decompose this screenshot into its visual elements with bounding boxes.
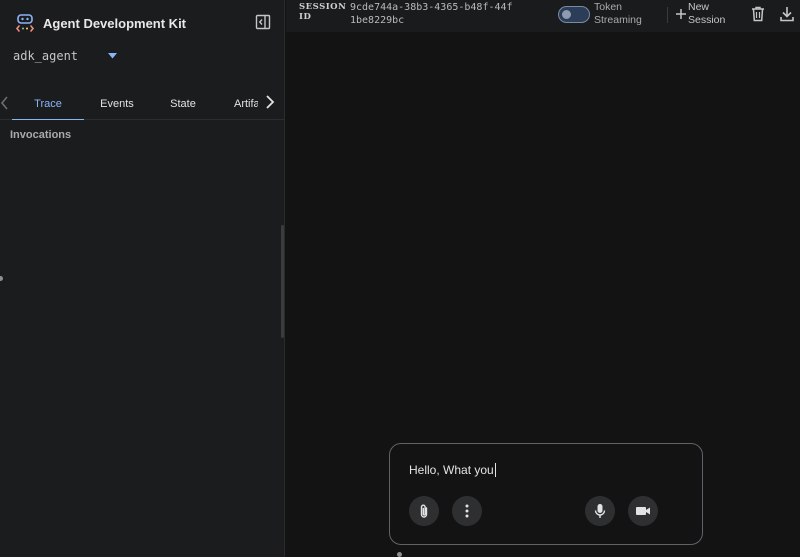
tab-state[interactable]: State — [150, 88, 216, 120]
sidebar-scrollbar[interactable] — [281, 225, 284, 338]
mic-icon — [594, 504, 606, 518]
videocam-icon — [636, 507, 650, 515]
video-button[interactable] — [628, 496, 658, 526]
session-id-value: 9cde744a-38b3-4365-b48f-44f1be8229bc — [350, 2, 513, 26]
text-caret — [494, 463, 496, 477]
chat-composer: Hello, What you — [389, 443, 703, 545]
paperclip-icon — [420, 504, 428, 518]
download-icon[interactable] — [780, 6, 794, 22]
sidebar: Agent Development Kit adk_agent Trace Ev… — [0, 0, 285, 557]
tab-trace[interactable]: Trace — [12, 88, 84, 120]
agent-selector[interactable]: adk_agent — [13, 47, 121, 65]
tabs-scroll-right-icon[interactable] — [263, 94, 277, 110]
tabs-viewport: Trace Events State Artifa — [12, 88, 258, 120]
agent-selector-value: adk_agent — [13, 49, 79, 63]
tab-events[interactable]: Events — [84, 88, 150, 120]
more-vert-icon — [465, 504, 469, 518]
message-input-text: Hello, What you — [409, 463, 494, 477]
app-title: Agent Development Kit — [43, 15, 187, 31]
brand: Agent Development Kit — [15, 12, 186, 34]
invocations-heading: Invocations — [10, 129, 72, 141]
more-options-button[interactable] — [452, 496, 482, 526]
tab-artifacts[interactable]: Artifa — [234, 88, 258, 120]
plus-icon — [676, 9, 686, 19]
adk-logo-icon — [15, 14, 35, 32]
sidebar-collapse-icon[interactable] — [255, 14, 271, 30]
toolbar-divider — [667, 7, 668, 23]
session-id-label: SESSION ID — [299, 2, 347, 22]
new-session-label: New Session — [688, 1, 726, 26]
chevron-down-icon — [108, 53, 117, 59]
message-input[interactable]: Hello, What you — [409, 462, 496, 478]
app-root: Agent Development Kit adk_agent Trace Ev… — [0, 0, 800, 557]
new-session-button[interactable]: New Session — [675, 1, 729, 29]
tabs-bar: Trace Events State Artifa — [0, 88, 285, 120]
microphone-button[interactable] — [585, 496, 615, 526]
tabs-scroll-left-icon[interactable] — [0, 96, 10, 110]
trash-icon[interactable] — [751, 6, 765, 22]
toggle-knob — [562, 10, 571, 19]
attach-file-button[interactable] — [409, 496, 439, 526]
session-toolbar: SESSION ID 9cde744a-38b3-4365-b48f-44f1b… — [286, 0, 800, 32]
token-streaming-toggle[interactable] — [558, 6, 590, 23]
token-streaming-label: Token Streaming — [594, 1, 642, 26]
bottom-resize-handle[interactable] — [397, 552, 402, 557]
